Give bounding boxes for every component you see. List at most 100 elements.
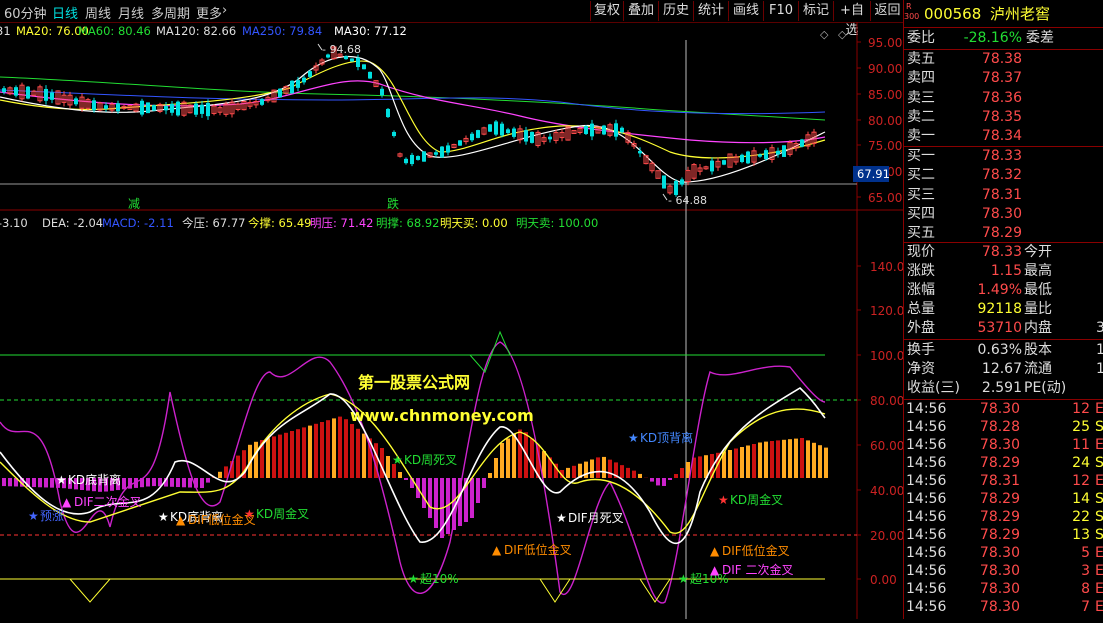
indicator-label: 明压: 71.42 (310, 216, 373, 230)
tab-multi-period[interactable]: 多周期 (151, 3, 190, 22)
price-tick-label: 80.00 (868, 114, 902, 128)
overlay-button[interactable]: 叠加 (623, 1, 658, 21)
hist-bar (530, 439, 534, 479)
candle-body (92, 100, 96, 110)
tick-price: 78.31 (964, 472, 1020, 490)
restore-rights-button[interactable]: 复权 (590, 1, 623, 21)
tick-row[interactable]: 14:5678.2922S (904, 508, 1103, 526)
stat-row: 现价78.33今开 (904, 243, 1103, 262)
candle-body (680, 179, 684, 184)
indicator-tick-label: 40.00 (870, 484, 903, 498)
tick-flag: E (1095, 598, 1103, 616)
stat-value: 53710 (954, 319, 1022, 338)
candle-body (434, 152, 438, 155)
tab-monthly[interactable]: 月线 (118, 3, 144, 22)
stat-label-2: 最低 (1024, 281, 1052, 300)
hist-bar (32, 478, 36, 487)
draw-line-button[interactable]: 画线 (728, 1, 763, 21)
marker-die: 跌 (387, 196, 399, 211)
annotation-label: KD周金叉 (256, 506, 309, 521)
tick-price: 78.30 (964, 580, 1020, 598)
hist-bar (422, 478, 426, 508)
tick-flag: E (1095, 436, 1103, 454)
ask-label: 卖五 (907, 50, 935, 69)
annotation-label: DIF 二次金叉 (722, 562, 794, 577)
stat-label: 总量 (907, 300, 935, 319)
candle-body (170, 104, 174, 113)
kline-chart[interactable]: ◇◇31MA20: 76.00MA60: 80.46MA120: 82.66MA… (0, 22, 903, 619)
f10-button[interactable]: F10 (763, 1, 798, 21)
bid-row: 买一78.33 (904, 147, 1103, 166)
hist-bar (788, 439, 792, 478)
candle-body (260, 99, 264, 105)
candle-body (146, 102, 150, 113)
tick-time: 14:56 (906, 454, 946, 472)
hist-bar (608, 460, 612, 478)
hist-bar (152, 478, 156, 486)
tick-row[interactable]: 14:5678.2914S (904, 490, 1103, 508)
tab-weekly[interactable]: 周线 (85, 3, 111, 22)
hist-bar (602, 457, 606, 478)
tick-row[interactable]: 14:5678.2825S (904, 418, 1103, 436)
statistics-button[interactable]: 统计 (693, 1, 728, 21)
stat-row: 涨幅1.49%最低 (904, 281, 1103, 300)
candle-body (638, 151, 642, 153)
hist-bar (782, 440, 786, 478)
tick-row[interactable]: 14:5678.2913S (904, 526, 1103, 544)
candle-body (710, 161, 714, 172)
hist-bar (254, 442, 258, 478)
tick-row[interactable]: 14:5678.308E (904, 580, 1103, 598)
low-label: - 64.88 (668, 194, 707, 207)
tick-time: 14:56 (906, 490, 946, 508)
tick-price: 78.29 (964, 526, 1020, 544)
ask-price: 78.34 (954, 127, 1022, 146)
tick-row[interactable]: 14:5678.305E (904, 544, 1103, 562)
tick-row[interactable]: 14:5678.3011E (904, 436, 1103, 454)
add-favorite-button[interactable]: +自选 (833, 1, 870, 21)
ask-label: 卖一 (907, 127, 935, 146)
annotation-icon: ▲ (710, 563, 720, 577)
hist-bar (776, 440, 780, 478)
tick-price: 78.29 (964, 454, 1020, 472)
indicator-label: 明天买: 0.00 (440, 216, 508, 230)
chevron-right-icon[interactable]: › (222, 3, 227, 18)
bid-row: 买五78.29 (904, 224, 1103, 243)
mark-button[interactable]: 标记 (798, 1, 833, 21)
hist-bar (758, 443, 762, 479)
hist-bar (656, 478, 660, 485)
tick-row[interactable]: 14:5678.3012E (904, 400, 1103, 418)
tick-volume: 5 (1054, 544, 1090, 562)
annotation-label: KD周金叉 (730, 492, 783, 507)
annotation-icon: ★ (718, 493, 729, 507)
price-marker-label: 67.91 (857, 167, 890, 181)
hist-bar (566, 468, 570, 478)
tab-daily[interactable]: 日线 (52, 3, 78, 22)
ask-row: 卖四78.37 (904, 69, 1103, 88)
hist-bar (470, 478, 474, 518)
back-button[interactable]: 返回 (870, 1, 904, 21)
tick-row[interactable]: 14:5678.3112E (904, 472, 1103, 490)
hist-bar (44, 478, 48, 487)
tick-row[interactable]: 14:5678.303E (904, 562, 1103, 580)
ask-label: 卖二 (907, 108, 935, 127)
hist-bar (674, 474, 678, 478)
expand-icon: ◇ (838, 28, 847, 41)
candle-body (416, 156, 420, 160)
tab-more[interactable]: 更多 (196, 3, 222, 22)
tab-60min[interactable]: 60分钟 (4, 3, 47, 22)
tick-row[interactable]: 14:5678.307E (904, 598, 1103, 616)
stat-label: 外盘 (907, 319, 935, 338)
bid-price: 78.33 (954, 147, 1022, 166)
tick-row[interactable]: 14:5678.2924S (904, 454, 1103, 472)
stat-label: 现价 (907, 243, 935, 262)
candle-body (152, 105, 156, 110)
tick-time: 14:56 (906, 598, 946, 616)
hist-bar (398, 472, 402, 478)
candle-body (140, 101, 144, 115)
chart-area[interactable]: ◇◇31MA20: 76.00MA60: 80.46MA120: 82.66MA… (0, 22, 903, 619)
candle-body (404, 159, 408, 163)
tick-time: 14:56 (906, 436, 946, 454)
candle-body (194, 104, 198, 115)
candle-body (74, 98, 78, 104)
history-button[interactable]: 历史 (658, 1, 693, 21)
